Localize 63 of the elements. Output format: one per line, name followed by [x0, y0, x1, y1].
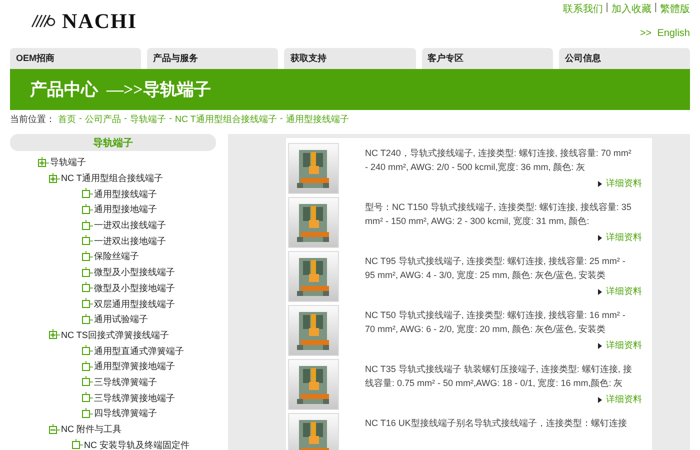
tree-item[interactable]: 通用型弹簧接地端子: [94, 360, 175, 374]
bullet-icon: [598, 234, 602, 240]
nav-tab[interactable]: 获取支持: [284, 48, 416, 69]
banner-title: 产品中心 —>>导轨端子: [28, 79, 211, 101]
tree-item[interactable]: 通用型直通式弹簧端子: [94, 344, 184, 358]
tree-item[interactable]: NC 安装导轨及终端固定件: [84, 438, 190, 450]
leaf-icon: [80, 266, 93, 279]
tree-item[interactable]: NC T通用型组合接线端子: [61, 172, 163, 186]
bullet-icon: [598, 180, 602, 186]
expand-icon[interactable]: [36, 156, 49, 169]
tree-item[interactable]: 三导线弹簧端子: [94, 376, 157, 389]
separator: |: [606, 2, 608, 15]
tree-item[interactable]: 四导线弹簧端子: [94, 407, 157, 420]
nav-tab[interactable]: OEM招商: [10, 48, 142, 69]
leaf-icon: [80, 408, 93, 420]
tree-item[interactable]: 双层通用型接线端子: [94, 298, 175, 311]
tree-item[interactable]: 通用型接地端子: [94, 203, 157, 216]
leaf-icon: [80, 345, 93, 358]
tree-item[interactable]: 三导线弹簧接地端子: [94, 392, 175, 405]
tree-item[interactable]: 微型及小型接地端子: [94, 282, 175, 295]
product-description: NC T16 UK型接线端子别名导轨式接线端子，连接类型：螺钉连接: [365, 417, 628, 430]
leaf-icon: [80, 204, 93, 216]
leaf-icon: [80, 298, 93, 310]
leaf-icon: [80, 392, 93, 404]
leaf-icon: [80, 314, 93, 326]
bullet-icon: [598, 342, 602, 348]
tree-item[interactable]: 通用试验端子: [94, 313, 148, 326]
tree-item[interactable]: NC 附件与工具: [61, 423, 122, 436]
tree-item[interactable]: 一进双出接地端子: [94, 234, 166, 248]
leaf-icon: [80, 360, 93, 373]
tree-item[interactable]: 通用型接线端子: [94, 188, 157, 201]
bullet-icon: [598, 396, 602, 402]
product-description: NC T240，导轨式接线端子, 连接类型: 螺钉连接, 接线容量: 70 mm² - 240 mm², AWG: 2/0 - 500 kcmil,宽度: 36 mm, 颜色: 灰: [365, 147, 632, 174]
nav-tab[interactable]: 产品与服务: [147, 48, 278, 69]
sidebar-title: 导轨端子: [10, 134, 216, 151]
tree-item[interactable]: NC TS回接式弹簧接线端子: [61, 328, 169, 342]
separator: -: [169, 113, 172, 125]
product-description: 型号：NC T150 导轨式接线端子, 连接类型: 螺钉连接, 接线容量: 35 mm² - 150 mm², AWG: 2 - 300 kcmil, 宽度: 31 mm, 颜色:: [365, 201, 632, 228]
separator: -: [124, 113, 127, 125]
tree-item[interactable]: 保险丝端子: [94, 250, 139, 264]
tree-item[interactable]: 微型及小型接线端子: [94, 266, 175, 280]
nav-tab[interactable]: 公司信息: [558, 48, 690, 69]
separator: -: [79, 113, 82, 125]
leaf-icon: [80, 376, 93, 388]
tree-item[interactable]: 一进双出接线端子: [94, 219, 166, 232]
leaf-icon: [80, 188, 93, 200]
product-description: NC T95 导轨式接线端子, 连接类型: 螺钉连接, 接线容量: 25 mm² - 95 mm², AWG: 4 - 3/0, 宽度: 25 mm, 颜色: 灰色/蓝色, 安装类: [365, 255, 626, 282]
product-description: NC T50 导轨式接线端子, 连接类型: 螺钉连接, 接线容量: 16 mm² - 70 mm², AWG: 6 - 2/0, 宽度: 20 mm, 颜色: 灰色/蓝色, 安装类: [365, 309, 626, 336]
nav-tab[interactable]: 客户专区: [422, 48, 553, 69]
leaf-icon: [80, 282, 93, 294]
separator: -: [280, 113, 283, 125]
leaf-icon: [80, 250, 93, 263]
tree-item[interactable]: 导轨端子: [50, 156, 86, 170]
expand-icon[interactable]: [47, 172, 60, 185]
breadcrumb-label: 当前位置：: [10, 113, 55, 126]
separator: |: [654, 2, 657, 15]
collapse-icon[interactable]: [47, 424, 60, 436]
logo[interactable]: NACHI: [30, 6, 138, 36]
product-description: NC T35 导轨式接线端子 轨装螺钉压接端子, 连接类型: 螺钉连接, 接线容量: 0.75 mm² - 50 mm²,AWG: 18 - 0/1, 宽度: 16 mm,颜色: 灰: [365, 363, 633, 390]
leaf-icon: [80, 220, 93, 232]
leaf-icon: [80, 235, 93, 248]
expand-icon[interactable]: [47, 329, 60, 342]
bullet-icon: [598, 288, 602, 294]
